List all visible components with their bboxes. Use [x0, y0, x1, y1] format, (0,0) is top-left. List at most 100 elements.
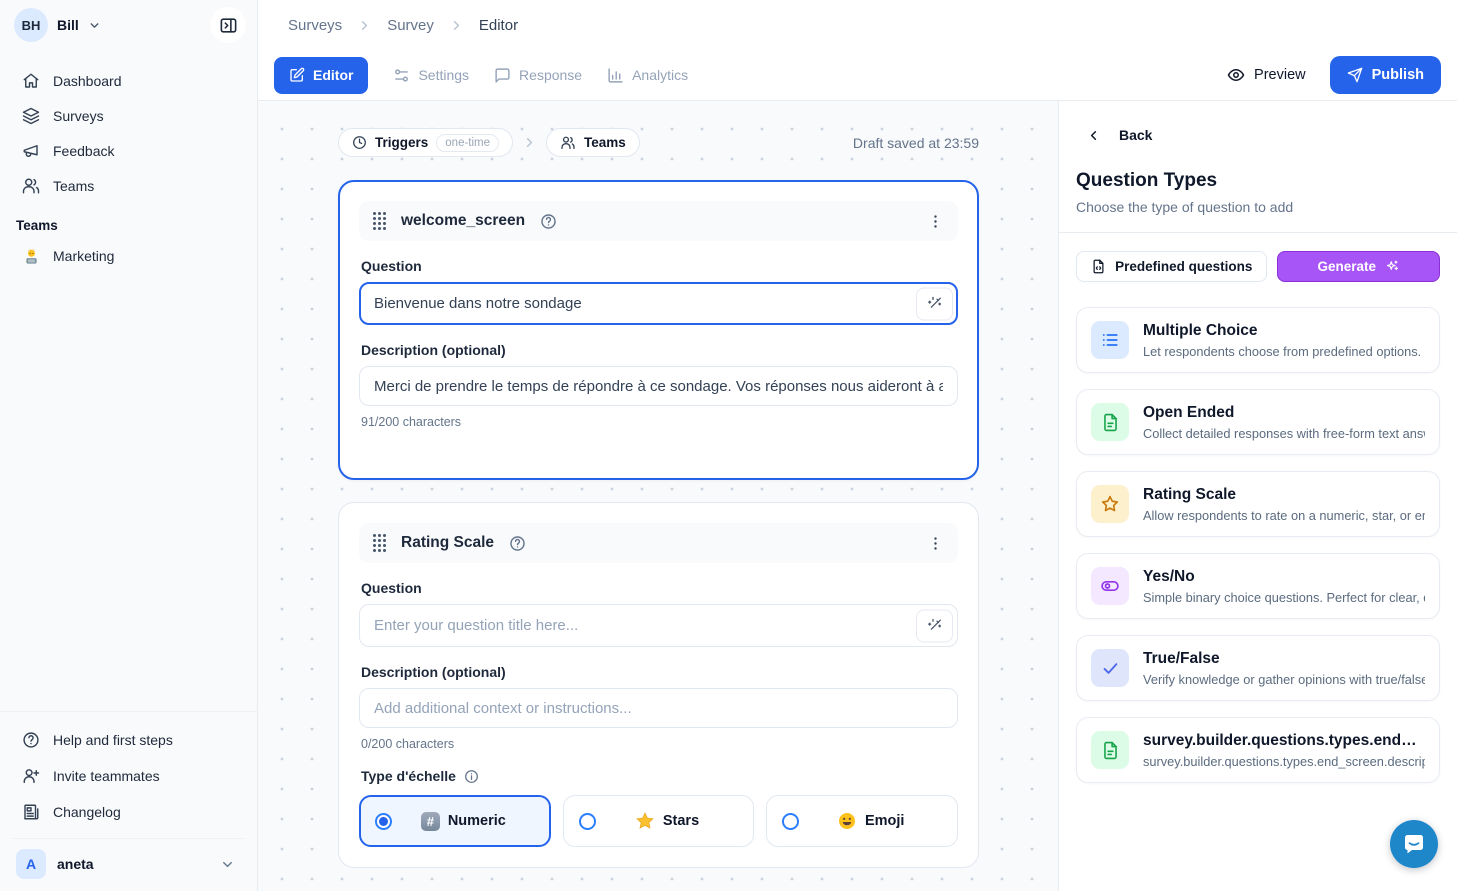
sidebar-item-help[interactable]: Help and first steps [12, 722, 245, 758]
question-card-rating[interactable]: Rating Scale Question [338, 502, 979, 868]
teams-chip[interactable]: Teams [546, 128, 640, 157]
drag-handle-icon[interactable] [373, 534, 386, 552]
tab-label: Editor [313, 67, 353, 83]
toggle-icon [1091, 567, 1129, 605]
list-icon [1091, 321, 1129, 359]
teams-section-header: Teams [0, 202, 257, 239]
tab-analytics[interactable]: Analytics [607, 67, 688, 84]
triggers-chip[interactable]: Triggers one-time [338, 128, 513, 157]
sidebar-item-label: Feedback [53, 143, 114, 159]
generate-button[interactable]: Generate [1277, 251, 1440, 282]
sidebar-item-label: Invite teammates [53, 768, 160, 784]
sidebar-item-invite[interactable]: Invite teammates [12, 758, 245, 794]
star-icon [1091, 485, 1129, 523]
option-label: Numeric [448, 813, 506, 829]
sidebar-item-marketing[interactable]: Marketing [12, 239, 245, 273]
message-square-icon [494, 67, 511, 84]
question-title-input[interactable] [359, 282, 958, 325]
sidebar-item-label: Teams [53, 178, 94, 194]
magic-wand-icon[interactable] [916, 287, 953, 320]
sidebar-item-surveys[interactable]: Surveys [12, 99, 245, 132]
document-icon [1091, 731, 1129, 769]
layers-icon [22, 107, 40, 125]
users-icon [560, 135, 576, 151]
sidebar-toggle-button[interactable] [210, 7, 246, 43]
info-icon[interactable] [464, 769, 479, 784]
bar-chart-icon [607, 67, 624, 84]
user-plus-icon [22, 767, 40, 785]
user-name[interactable]: Bill [57, 17, 79, 33]
kebab-menu-icon[interactable] [927, 535, 944, 552]
panel-toggle-icon [219, 16, 238, 35]
question-card-title: Rating Scale [401, 534, 494, 552]
sidebar-item-teams[interactable]: Teams [12, 169, 245, 202]
org-avatar: A [16, 849, 46, 879]
user-avatar[interactable]: BH [14, 8, 48, 42]
question-type-description: Verify knowledge or gather opinions with… [1143, 672, 1425, 687]
sidebar-item-changelog[interactable]: Changelog [12, 794, 245, 830]
scale-option-stars[interactable]: Stars [563, 795, 755, 847]
sidebar-header: BH Bill [0, 0, 257, 50]
org-switcher[interactable]: A aneta [12, 838, 245, 883]
panel-title: Question Types [1076, 170, 1440, 192]
option-label: Emoji [865, 813, 904, 829]
help-circle-icon[interactable] [509, 535, 526, 552]
org-name: aneta [57, 856, 94, 872]
tab-label: Settings [418, 67, 469, 83]
team-label: Marketing [53, 248, 114, 264]
breadcrumb-survey[interactable]: Survey [387, 17, 434, 34]
chat-bubble-icon [1402, 832, 1426, 856]
back-label: Back [1119, 127, 1152, 143]
home-icon [22, 72, 40, 90]
help-circle-icon[interactable] [540, 213, 557, 230]
app-root: BH Bill Dashboard Surv [0, 0, 1457, 891]
chat-widget-button[interactable] [1390, 820, 1438, 868]
triggers-chip-label: Triggers [375, 135, 428, 150]
question-type-yes-no[interactable]: Yes/No Simple binary choice questions. P… [1076, 553, 1440, 619]
editor-canvas: Triggers one-time Teams Draft saved at 2… [258, 101, 1058, 891]
sidebar-item-feedback[interactable]: Feedback [12, 134, 245, 167]
question-card-header: Rating Scale [359, 523, 958, 563]
panel-subtitle: Choose the type of question to add [1076, 199, 1440, 215]
question-type-end-screen[interactable]: survey.builder.questions.types.end_scr..… [1076, 717, 1440, 783]
megaphone-icon [22, 142, 40, 160]
preview-button[interactable]: Preview [1227, 66, 1306, 84]
check-icon [1091, 649, 1129, 687]
eye-icon [1227, 66, 1245, 84]
publish-button[interactable]: Publish [1330, 56, 1441, 94]
breadcrumb-editor[interactable]: Editor [479, 17, 518, 34]
question-type-name: Open Ended [1143, 404, 1425, 422]
chevron-down-icon[interactable] [88, 19, 101, 32]
question-type-name: Rating Scale [1143, 486, 1425, 504]
question-type-open-ended[interactable]: Open Ended Collect detailed responses wi… [1076, 389, 1440, 455]
question-card-welcome[interactable]: welcome_screen Question [338, 180, 979, 480]
chevron-left-icon [1086, 128, 1101, 143]
predefined-questions-button[interactable]: Predefined questions [1076, 251, 1267, 282]
question-description-input[interactable] [359, 366, 958, 406]
tab-response[interactable]: Response [494, 67, 582, 84]
breadcrumb-surveys[interactable]: Surveys [288, 17, 342, 34]
sidebar-item-dashboard[interactable]: Dashboard [12, 64, 245, 97]
scale-option-numeric[interactable]: # Numeric [359, 795, 551, 847]
question-label: Question [361, 580, 956, 596]
send-icon [1347, 67, 1363, 83]
drag-handle-icon[interactable] [373, 212, 386, 230]
chevron-right-icon [357, 18, 372, 33]
back-button[interactable]: Back [1076, 127, 1152, 143]
tab-editor[interactable]: Editor [274, 57, 368, 94]
kebab-menu-icon[interactable] [927, 213, 944, 230]
tab-settings[interactable]: Settings [393, 67, 469, 84]
question-type-rating-scale[interactable]: Rating Scale Allow respondents to rate o… [1076, 471, 1440, 537]
sidebar-item-label: Dashboard [53, 73, 122, 89]
scale-option-emoji[interactable]: Emoji [766, 795, 958, 847]
question-title-input[interactable] [359, 604, 958, 647]
tab-label: Response [519, 67, 582, 83]
question-description-input[interactable] [359, 688, 958, 728]
chevron-right-icon [449, 18, 464, 33]
draft-status: Draft saved at 23:59 [853, 135, 979, 151]
question-type-multiple-choice[interactable]: Multiple Choice Let respondents choose f… [1076, 307, 1440, 373]
magic-wand-icon[interactable] [916, 609, 953, 642]
question-type-true-false[interactable]: True/False Verify knowledge or gather op… [1076, 635, 1440, 701]
chevron-down-icon [220, 857, 235, 872]
char-count: 91/200 characters [361, 415, 956, 429]
